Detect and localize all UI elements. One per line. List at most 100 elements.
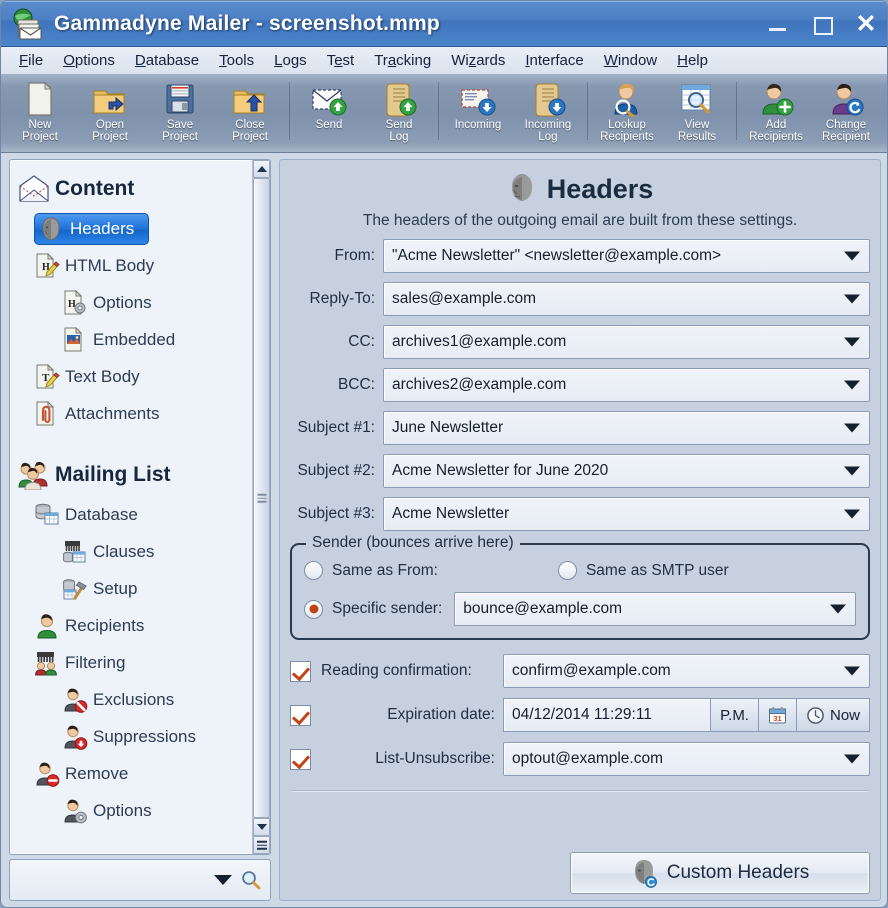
sidebar-item-label: Text Body	[65, 366, 140, 386]
custom-headers-label: Custom Headers	[666, 862, 810, 883]
field-combo-from[interactable]: "Acme Newsletter" <newsletter@example.co…	[383, 239, 870, 273]
sidebar-item-clauses[interactable]: Clauses	[10, 533, 252, 570]
sidebar-item-exclusions[interactable]: Exclusions	[10, 681, 252, 718]
menu-options[interactable]: Options	[53, 49, 125, 72]
chevron-down-icon[interactable]	[214, 875, 232, 885]
chevron-down-icon[interactable]	[844, 251, 860, 261]
field-combo-subject-1[interactable]: June Newsletter	[383, 411, 870, 445]
sidebar-item-suppressions[interactable]: Suppressions	[10, 718, 252, 755]
menu-database[interactable]: Database	[125, 49, 209, 72]
sidebar-item-attachments[interactable]: Attachments	[10, 395, 252, 432]
list-unsubscribe-combo[interactable]: optout@example.com	[503, 742, 870, 776]
sidebar-item-remove[interactable]: Remove	[10, 755, 252, 792]
list-unsubscribe-row: List-Unsubscribe: optout@example.com	[290, 742, 870, 776]
toolbar-incoming[interactable]: Incoming	[443, 78, 513, 150]
field-combo-subject-3[interactable]: Acme Newsletter	[383, 497, 870, 531]
minimize-button[interactable]	[767, 13, 789, 35]
sidebar-item-html-body[interactable]: H HTML Body	[10, 247, 252, 284]
sidebar-item-mailing-list[interactable]: Mailing List	[10, 454, 252, 496]
tree-scrollbar[interactable]	[252, 160, 270, 854]
html-page-gear-icon: H	[62, 289, 88, 316]
scrollbar-track[interactable]	[253, 178, 270, 818]
field-value-cc: archives1@example.com	[392, 333, 567, 350]
chevron-down-icon[interactable]	[844, 294, 860, 304]
toolbar-incoming-log[interactable]: Incoming Log	[513, 78, 583, 150]
sidebar-item-content[interactable]: Content	[10, 168, 252, 210]
toolbar-add-recipients[interactable]: Add Recipients	[741, 78, 811, 150]
menu-help[interactable]: Help	[667, 49, 718, 72]
close-button[interactable]: ✕	[855, 12, 877, 37]
toolbar-incoming-log-label: Incoming Log	[524, 119, 572, 143]
sidebar-item-options[interactable]: H Options	[10, 284, 252, 321]
tree-menu-button[interactable]	[253, 836, 270, 854]
toolbar-send[interactable]: Send	[294, 78, 364, 150]
menu-logs[interactable]: Logs	[264, 49, 317, 72]
meridiem-button[interactable]: P.M.	[711, 698, 759, 732]
field-value-subject-3: Acme Newsletter	[392, 505, 510, 522]
chevron-down-icon[interactable]	[830, 604, 846, 614]
toolbar-new-project[interactable]: New Project	[5, 78, 75, 150]
sidebar-item-options[interactable]: Options	[10, 792, 252, 829]
field-label-cc: CC:	[348, 333, 375, 350]
sidebar-item-text-body[interactable]: T Text Body	[10, 358, 252, 395]
radio-specific-sender[interactable]	[304, 599, 323, 619]
menu-interface[interactable]: Interface	[515, 49, 593, 72]
table-hammer-icon	[62, 576, 88, 602]
sidebar-search-bar[interactable]	[9, 859, 271, 901]
toolbar-lookup-recipients[interactable]: Lookup Recipients	[592, 78, 662, 150]
sidebar-item-recipients[interactable]: Recipients	[10, 607, 252, 644]
radio-same-as-smtp[interactable]	[557, 561, 577, 580]
chevron-down-icon[interactable]	[844, 509, 860, 519]
chevron-down-icon[interactable]	[844, 380, 860, 390]
person-minus-icon	[34, 761, 60, 787]
chevron-down-icon[interactable]	[844, 466, 860, 476]
reading-confirmation-combo[interactable]: confirm@example.com	[503, 654, 870, 688]
radio-same-as-from[interactable]	[304, 561, 323, 580]
scrollbar-thumb[interactable]	[253, 178, 270, 818]
toolbar-change-recipient[interactable]: Change Recipient	[811, 78, 881, 150]
toolbar-close-project[interactable]: Close Project	[215, 78, 285, 150]
field-combo-subject-2[interactable]: Acme Newsletter for June 2020	[383, 454, 870, 488]
maximize-button[interactable]	[811, 13, 833, 35]
footer-divider	[292, 790, 868, 791]
field-combo-cc[interactable]: archives1@example.com	[383, 325, 870, 359]
menu-tracking[interactable]: Tracking	[364, 49, 441, 72]
toolbar-view-results[interactable]: View Results	[662, 78, 732, 150]
toolbar-send-log[interactable]: Send Log	[364, 78, 434, 150]
chevron-down-icon[interactable]	[844, 337, 860, 347]
toolbar-open-project[interactable]: Open Project	[75, 78, 145, 150]
list-unsubscribe-checkbox[interactable]	[290, 748, 311, 770]
toolbar-save-project[interactable]: Save Project	[145, 78, 215, 150]
chevron-down-icon[interactable]	[844, 666, 860, 676]
sidebar-item-headers[interactable]: Headers	[10, 210, 252, 247]
scroll-down-button[interactable]	[253, 818, 270, 836]
calendar-icon: 31	[768, 706, 787, 725]
field-combo-reply-to[interactable]: sales@example.com	[383, 282, 870, 316]
magnifier-icon[interactable]	[240, 869, 262, 891]
specific-sender-combo[interactable]: bounce@example.com	[454, 592, 856, 626]
field-label-reply-to: Reply-To:	[309, 290, 375, 307]
reading-confirmation-label: Reading confirmation:	[321, 662, 472, 679]
expiration-date-input[interactable]: 04/12/2014 11:29:11	[503, 698, 712, 732]
sidebar-item-database[interactable]: Database	[10, 496, 252, 533]
expiration-row: Expiration date: 04/12/2014 11:29:11 P.M…	[290, 698, 870, 732]
menu-wizards[interactable]: Wizards	[441, 49, 515, 72]
menu-tools[interactable]: Tools	[209, 49, 264, 72]
sidebar-item-filtering[interactable]: Filtering	[10, 644, 252, 681]
reading-confirmation-checkbox[interactable]	[290, 660, 311, 682]
field-value-bcc: archives2@example.com	[392, 376, 567, 393]
chevron-down-icon[interactable]	[844, 423, 860, 433]
list-unsubscribe-label: List-Unsubscribe:	[375, 750, 495, 767]
custom-headers-button[interactable]: Custom Headers	[570, 852, 870, 894]
menu-window[interactable]: Window	[594, 49, 667, 72]
scroll-up-button[interactable]	[253, 160, 270, 178]
sidebar-item-setup[interactable]: Setup	[10, 570, 252, 607]
chevron-down-icon[interactable]	[844, 754, 860, 764]
field-combo-bcc[interactable]: archives2@example.com	[383, 368, 870, 402]
expiration-checkbox[interactable]	[290, 704, 311, 726]
menu-file[interactable]: File	[9, 49, 53, 72]
now-button[interactable]: Now	[796, 698, 870, 732]
sidebar-item-embedded[interactable]: Embedded	[10, 321, 252, 358]
calendar-button[interactable]: 31	[758, 698, 797, 732]
menu-test[interactable]: Test	[317, 49, 365, 72]
